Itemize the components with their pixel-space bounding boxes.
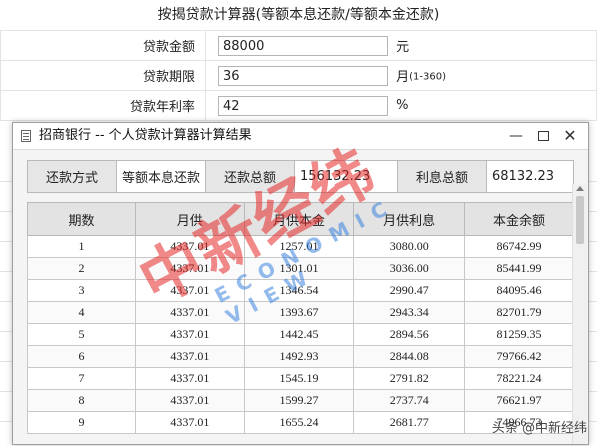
summary-table: 还款方式 等额本息还款 还款总额 156132.23 利息总额 68132.23	[27, 160, 574, 193]
payment-cell: 4337.01	[134, 235, 245, 258]
principal-cell: 1599.27	[243, 389, 355, 412]
balance-cell: 81259.35	[464, 323, 574, 346]
total-value: 156132.23	[294, 160, 399, 193]
term-label: 贷款期限	[0, 60, 206, 91]
balance-cell: 78221.24	[464, 367, 574, 390]
results-table: 期数 月供 月供本金 月供利息 本金余额 1 4337.01 1257.01 3…	[27, 202, 574, 434]
period-cell: 7	[27, 367, 136, 390]
payment-cell: 4337.01	[134, 345, 245, 368]
table-row: 2 4337.01 1301.01 3036.00 85441.99	[27, 257, 574, 280]
period-cell: 2	[27, 257, 136, 280]
column-header: 月供	[134, 202, 245, 236]
scroll-up-arrow-icon[interactable]	[576, 186, 584, 191]
payment-cell: 4337.01	[134, 323, 245, 346]
principal-cell: 1346.54	[243, 279, 355, 302]
principal-cell: 1545.19	[243, 367, 355, 390]
interest-cell: 2737.74	[353, 389, 466, 412]
table-row: 3 4337.01 1346.54 2990.47 84095.46	[27, 279, 574, 302]
term-hint: (1-360)	[409, 71, 447, 82]
window-app-icon	[21, 130, 31, 142]
period-cell: 1	[27, 235, 136, 258]
maximize-button[interactable]	[531, 123, 555, 149]
table-row: 7 4337.01 1545.19 2791.82 78221.24	[27, 367, 574, 390]
payment-cell: 4337.01	[134, 411, 245, 434]
period-cell: 9	[27, 411, 136, 434]
column-header: 期数	[27, 202, 136, 236]
period-cell: 4	[27, 301, 136, 324]
column-header: 月供利息	[353, 202, 466, 236]
period-cell: 3	[27, 279, 136, 302]
table-row: 1 4337.01 1257.01 3080.00 86742.99	[27, 235, 574, 258]
minimize-button[interactable]: —	[504, 123, 528, 149]
principal-cell: 1393.67	[243, 301, 355, 324]
period-cell: 6	[27, 345, 136, 368]
payment-cell: 4337.01	[134, 279, 245, 302]
results-header-row: 期数 月供 月供本金 月供利息 本金余额	[27, 202, 574, 236]
principal-cell: 1301.01	[243, 257, 355, 280]
table-row: 6 4337.01 1492.93 2844.08 79766.42	[27, 345, 574, 368]
scroll-thumb[interactable]	[576, 196, 584, 244]
principal-cell: 1257.01	[243, 235, 355, 258]
interest-label: 利息总额	[397, 160, 488, 193]
vertical-scrollbar[interactable]	[572, 184, 587, 444]
rate-label: 贷款年利率	[0, 90, 206, 121]
balance-cell: 82701.79	[464, 301, 574, 324]
interest-cell: 2681.77	[353, 411, 466, 434]
interest-cell: 3080.00	[353, 235, 466, 258]
balance-cell: 86742.99	[464, 235, 574, 258]
balance-cell: 84095.46	[464, 279, 574, 302]
results-scroll-area[interactable]: 期数 月供 月供本金 月供利息 本金余额 1 4337.01 1257.01 3…	[27, 202, 589, 446]
balance-cell: 79766.42	[464, 345, 574, 368]
interest-value: 68132.23	[486, 160, 574, 193]
interest-cell: 2894.56	[353, 323, 466, 346]
balance-cell: 85441.99	[464, 257, 574, 280]
source-credit: 头条 @中新经纬	[491, 421, 587, 436]
result-dialog: 招商银行 -- 个人贷款计算器计算结果 — ✕ 还款方式 等额本息还款 还款总额…	[12, 122, 589, 445]
interest-cell: 2990.47	[353, 279, 466, 302]
method-label: 还款方式	[27, 160, 117, 193]
principal-cell: 1442.45	[243, 323, 355, 346]
principal-cell: 1655.24	[243, 411, 355, 434]
period-cell: 5	[27, 323, 136, 346]
balance-cell: 76621.97	[464, 389, 574, 412]
term-input[interactable]: 36	[218, 65, 388, 86]
amount-label: 贷款金额	[0, 30, 206, 61]
calculator-form: 贷款金额 88000 元 贷款期限 36 月(1-360) 贷款年利率 42 %	[0, 30, 597, 121]
interest-cell: 2791.82	[353, 367, 466, 390]
amount-input[interactable]: 88000	[218, 35, 388, 56]
dialog-titlebar[interactable]: 招商银行 -- 个人贷款计算器计算结果 — ✕	[13, 123, 588, 150]
table-row: 8 4337.01 1599.27 2737.74 76621.97	[27, 389, 574, 412]
maximize-icon	[537, 131, 549, 141]
dialog-title: 招商银行 -- 个人贷款计算器计算结果	[39, 128, 252, 143]
payment-cell: 4337.01	[134, 301, 245, 324]
interest-cell: 2844.08	[353, 345, 466, 368]
amount-unit: 元	[396, 40, 410, 55]
table-row: 5 4337.01 1442.45 2894.56 81259.35	[27, 323, 574, 346]
interest-cell: 3036.00	[353, 257, 466, 280]
rate-input[interactable]: 42	[218, 95, 388, 116]
term-unit: 月	[396, 70, 410, 85]
period-cell: 8	[27, 389, 136, 412]
table-row: 4 4337.01 1393.67 2943.34 82701.79	[27, 301, 574, 324]
column-header: 本金余额	[464, 202, 574, 236]
payment-cell: 4337.01	[134, 389, 245, 412]
payment-cell: 4337.01	[134, 257, 245, 280]
rate-unit: %	[396, 98, 409, 113]
method-value: 等额本息还款	[115, 160, 207, 193]
interest-cell: 2943.34	[353, 301, 466, 324]
close-button[interactable]: ✕	[558, 123, 582, 149]
principal-cell: 1492.93	[243, 345, 355, 368]
total-label: 还款总额	[205, 160, 296, 193]
payment-cell: 4337.01	[134, 367, 245, 390]
column-header: 月供本金	[243, 202, 355, 236]
calculator-title: 按揭贷款计算器(等额本息还款/等额本金还款)	[157, 7, 440, 23]
